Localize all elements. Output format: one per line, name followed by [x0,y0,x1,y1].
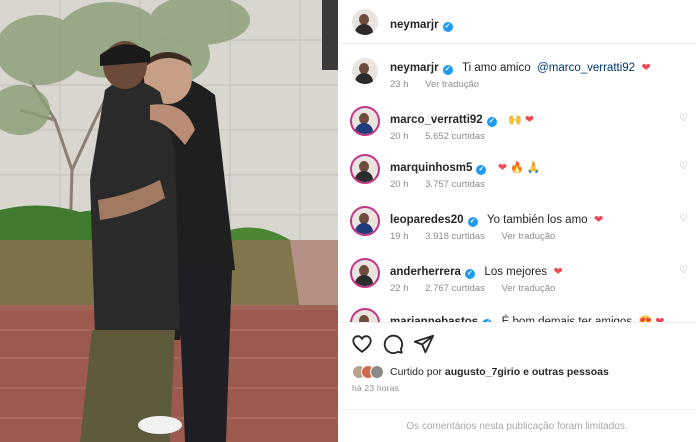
comment-meta: 20 h 3.757 curtidas [390,179,499,190]
comment-emoji: ❤ [553,266,563,278]
comment-likes[interactable]: 2.767 curtidas [425,283,485,294]
verified-icon: ✓ [467,217,478,227]
comment-line: marquinhosm5 ✓ ❤ 🔥 🙏 [390,158,541,176]
comment-time: 20 h [390,179,409,190]
caption-line: neymarjr ✓ Ti amo amico @marco_verratti92… [390,58,651,76]
comment-username[interactable]: anderherrera [390,266,461,278]
comment-meta: 19 h 3.918 curtidas Ver tradução [390,231,569,242]
commenter-avatar[interactable] [350,206,380,236]
liked-by: Curtido por augusto_7girio e outras pess… [352,365,609,379]
share-icon[interactable] [413,333,435,355]
heart-icon[interactable]: ♡ [679,161,688,172]
commenter-avatar[interactable] [350,258,380,288]
comment-text: Yo también los amo [486,214,588,226]
comment-line: marco_verratti92 ✓ 🙌 ❤ [390,110,534,128]
heart-icon[interactable]: ♡ [679,113,688,124]
comment-time: 20 h [390,131,409,142]
comment-meta: 22 h 2.767 curtidas Ver tradução [390,283,569,294]
post-side-panel: neymarjr ✓ neymarjr ✓ Ti amo amico @marco_… [338,0,696,442]
liked-by-prefix: Curtido por [390,366,442,378]
caption-time: 23 h [390,79,409,90]
comment-line: anderherrera ✓ Los mejores ❤ [390,262,563,280]
heart-emoji: ❤ [641,62,651,74]
post-photo [0,0,338,442]
liker-avatar [370,365,384,379]
comment-time: 22 h [390,283,409,294]
comment-likes[interactable]: 3.757 curtidas [425,179,485,190]
comment-icon[interactable] [382,333,404,355]
verified-icon: ✓ [464,269,475,279]
comment-likes[interactable]: 5.652 curtidas [425,131,485,142]
comment-username[interactable]: marco_verratti92 [390,114,483,126]
see-translation-link[interactable]: Ver tradução [501,231,555,242]
comment-username[interactable]: marquinhosm5 [390,162,472,174]
comments-limited-notice: Os comentários nesta publicação foram li… [338,409,696,442]
verified-icon: ✓ [442,22,453,32]
heart-icon[interactable] [351,333,373,355]
commenter-avatar[interactable] [350,106,380,136]
comment-meta: 20 h 5.652 curtidas [390,131,499,142]
liked-by-others[interactable]: e outras pessoas [523,366,609,378]
comment-text: Los mejores [484,266,548,278]
caption-username[interactable]: neymarjr [390,62,439,74]
author-username[interactable]: neymarjr [390,19,439,31]
comment-likes[interactable]: 3.918 curtidas [425,231,485,242]
commenter-avatar[interactable] [350,154,380,184]
heart-icon[interactable]: ♡ [679,265,688,276]
hug-photo [0,0,338,442]
post-header: neymarjr ✓ [338,0,696,44]
verified-icon: ✓ [476,165,487,175]
author-avatar[interactable] [352,9,378,35]
caption-avatar[interactable] [352,58,378,84]
author-line: neymarjr ✓ [390,15,453,33]
comment-line: leoparedes20 ✓ Yo también los amo ❤ [390,210,603,228]
post-actions: Curtido por augusto_7girio e outras pess… [338,322,696,442]
post-time: há 23 horas [352,383,400,393]
caption-text: Ti amo amico [462,62,531,74]
comment-username[interactable]: leoparedes20 [390,214,464,226]
comment-emoji: 🙌 ❤ [508,114,535,126]
see-translation-link[interactable]: Ver tradução [501,283,555,294]
liked-by-user[interactable]: augusto_7girio [445,366,520,378]
comment-emoji: ❤ [594,214,604,226]
verified-icon: ✓ [486,117,497,127]
comment-emoji: ❤ 🔥 🙏 [497,162,541,174]
caption-mention[interactable]: @marco_verratti92 [537,62,635,74]
heart-icon[interactable]: ♡ [679,213,688,224]
caption-meta: 23 h Ver tradução [390,79,493,90]
verified-icon: ✓ [442,65,453,75]
comment-time: 19 h [390,231,409,242]
see-translation-link[interactable]: Ver tradução [425,79,479,90]
